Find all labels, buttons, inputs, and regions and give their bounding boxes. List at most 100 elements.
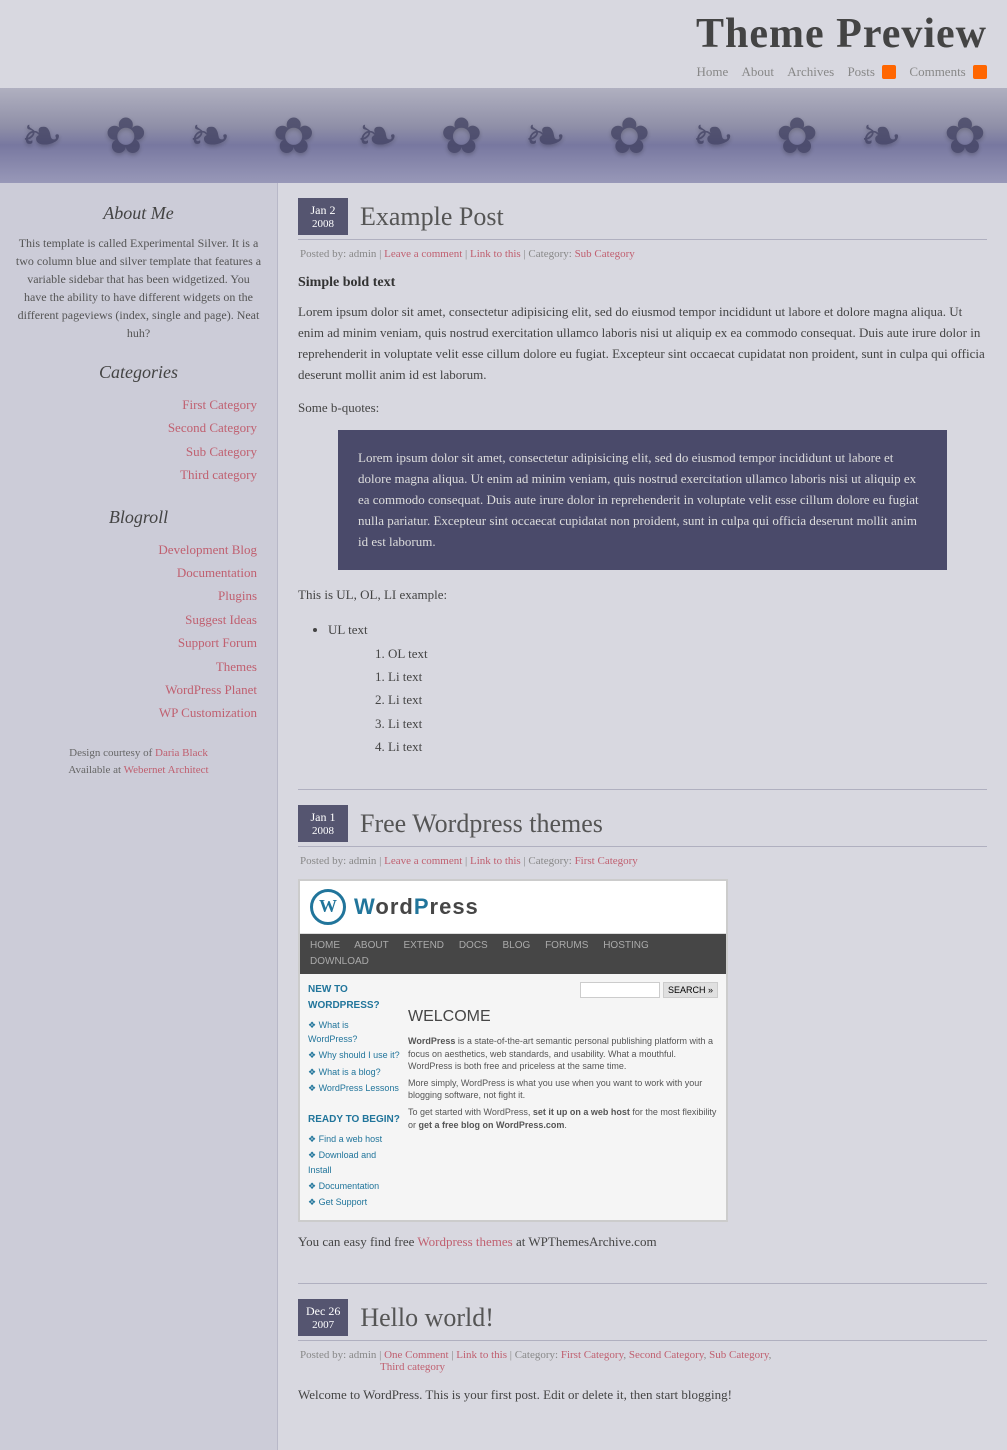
sidebar-category-link-second[interactable]: Second Category xyxy=(168,420,257,435)
leave-comment-link-1[interactable]: Leave a comment xyxy=(384,248,462,260)
wp-desc-3: To get started with WordPress, set it up… xyxy=(408,1106,718,1131)
wp-search-button[interactable]: SEARCH » xyxy=(663,982,718,998)
sidebar-blogroll-item: Support Forum xyxy=(15,631,257,654)
post-date-month: Jan 2 xyxy=(306,203,340,218)
wp-search-input[interactable] xyxy=(580,982,660,998)
sidebar-footer: Design courtesy of Daria Black Available… xyxy=(15,745,262,780)
footer-daria-link[interactable]: Daria Black xyxy=(155,747,208,759)
post-bold-heading: Simple bold text xyxy=(298,272,987,294)
post-paragraph-1: Lorem ipsum dolor sit amet, consectetur … xyxy=(298,302,987,385)
post-divider-2 xyxy=(298,1283,987,1284)
wp-themes-before: You can easy find free xyxy=(298,1234,414,1249)
ul-ol-label: This is UL, OL, LI example: xyxy=(298,585,987,606)
floral-decoration: ❧ ✿ ❧ ✿ ❧ ✿ ❧ ✿ ❧ ✿ ❧ ✿ xyxy=(0,88,1007,183)
post-date-example: Jan 2 2008 xyxy=(298,198,348,235)
hello-link-to-this[interactable]: Link to this xyxy=(456,1349,507,1361)
nav-about[interactable]: About xyxy=(742,64,775,79)
wp-sidebar-mini: NEW TO WORDPRESS? ❖ What is WordPress? ❖… xyxy=(308,982,408,1212)
category-link-first[interactable]: First Category xyxy=(575,855,638,867)
sidebar-categories-heading: Categories xyxy=(15,362,262,383)
sidebar-category-link-sub[interactable]: Sub Category xyxy=(186,444,257,459)
wp-logo-circle: W xyxy=(310,889,346,925)
link-to-this-2[interactable]: Link to this xyxy=(470,855,521,867)
sidebar-category-item: First Category xyxy=(15,393,257,416)
blogroll-suggest-ideas[interactable]: Suggest Ideas xyxy=(185,612,257,627)
post-date-wp: Jan 1 2008 xyxy=(298,805,348,842)
main-nav: Home About Archives Posts Comments xyxy=(20,58,987,88)
li-item-3: Li text xyxy=(388,712,987,735)
wp-nav-hosting: HOSTING xyxy=(603,940,649,951)
footer-webernet-link[interactable]: Webernet Architect xyxy=(124,764,209,776)
blogroll-plugins[interactable]: Plugins xyxy=(218,588,257,603)
post-date-month-hello: Dec 26 xyxy=(306,1304,340,1319)
category-link-sub[interactable]: Sub Category xyxy=(575,248,635,260)
post-header-hello: Dec 26 2007 Hello world! xyxy=(298,1299,987,1341)
li-item-4: Li text xyxy=(388,735,987,758)
hello-cat-third[interactable]: Third category xyxy=(380,1361,445,1373)
nav-archives[interactable]: Archives xyxy=(787,64,834,79)
nav-home[interactable]: Home xyxy=(696,64,728,79)
floral-3: ❧ xyxy=(189,107,231,165)
post-content-example: Simple bold text Lorem ipsum dolor sit a… xyxy=(298,272,987,759)
post-content-hello: Welcome to WordPress. This is your first… xyxy=(298,1385,987,1406)
post-content-wp: W WordPress HOME ABOUT EXTEND DOCS BLOG … xyxy=(298,879,987,1253)
nav-posts[interactable]: Posts xyxy=(847,64,874,79)
bquotes-label: Some b-quotes: xyxy=(298,398,987,419)
hello-posted-by: Posted by: admin xyxy=(300,1349,376,1361)
post-title-example: Example Post xyxy=(360,198,504,232)
wp-themes-after: at WPThemesArchive.com xyxy=(516,1234,657,1249)
blogroll-themes[interactable]: Themes xyxy=(216,659,257,674)
ol-nested: OL text Li text Li text Li text Li text xyxy=(388,642,987,759)
hello-cat-first[interactable]: First Category xyxy=(561,1349,624,1361)
wp-themes-link[interactable]: Wordpress themes xyxy=(417,1234,512,1249)
nav-comments[interactable]: Comments xyxy=(909,64,965,79)
floral-4: ✿ xyxy=(273,107,315,165)
sidebar-blogroll-item: WP Customization xyxy=(15,701,257,724)
posts-rss-icon xyxy=(882,65,896,79)
blogroll-wp-customization[interactable]: WP Customization xyxy=(159,705,257,720)
li-list: Li text Li text Li text Li text xyxy=(388,665,987,759)
content-area: Jan 2 2008 Example Post Posted by: admin… xyxy=(278,183,1007,1450)
sidebar-category-link-third[interactable]: Third category xyxy=(180,467,257,482)
post-date-year-hello: 2007 xyxy=(306,1319,340,1331)
post-header-example: Jan 2 2008 Example Post xyxy=(298,198,987,240)
post-date-year-wp: 2008 xyxy=(306,825,340,837)
hello-cat-second[interactable]: Second Category xyxy=(629,1349,704,1361)
main-wrapper: About Me This template is called Experim… xyxy=(0,183,1007,1450)
wp-link-7: ❖ Documentation xyxy=(308,1179,400,1193)
hello-one-comment[interactable]: One Comment xyxy=(384,1349,448,1361)
wp-nav-bar: HOME ABOUT EXTEND DOCS BLOG FORUMS HOSTI… xyxy=(300,934,726,974)
wp-link-5: ❖ Find a web host xyxy=(308,1132,400,1146)
sidebar-blogroll-item: WordPress Planet xyxy=(15,678,257,701)
wp-link-8: ❖ Get Support xyxy=(308,1195,400,1209)
post-divider-1 xyxy=(298,789,987,790)
wp-desc-2: More simply, WordPress is what you use w… xyxy=(408,1077,718,1102)
wp-nav-about: ABOUT xyxy=(354,940,388,951)
floral-10: ✿ xyxy=(776,107,818,165)
sidebar-categories-section: Categories First Category Second Categor… xyxy=(15,362,262,487)
floral-2: ✿ xyxy=(105,107,147,165)
sidebar-categories-list: First Category Second Category Sub Categ… xyxy=(15,393,262,487)
floral-5: ❧ xyxy=(357,107,399,165)
sidebar-blogroll-list: Development Blog Documentation Plugins S… xyxy=(15,538,262,725)
blogroll-documentation[interactable]: Documentation xyxy=(177,565,257,580)
wp-nav-forums: FORUMS xyxy=(545,940,588,951)
sidebar-category-link-first[interactable]: First Category xyxy=(182,397,257,412)
wp-logo-area: W WordPress xyxy=(300,881,726,934)
ol-item: OL text xyxy=(388,642,987,665)
leave-comment-link-2[interactable]: Leave a comment xyxy=(384,855,462,867)
wp-link-2: ❖ Why should I use it? xyxy=(308,1048,400,1062)
hello-cat-sub[interactable]: Sub Category xyxy=(709,1349,768,1361)
footer-design-label: Design courtesy of xyxy=(69,747,152,759)
blogroll-wp-planet[interactable]: WordPress Planet xyxy=(165,682,257,697)
wp-search: SEARCH » xyxy=(408,982,718,998)
blogroll-support-forum[interactable]: Support Forum xyxy=(178,635,257,650)
floral-11: ❧ xyxy=(860,107,902,165)
blogroll-development-blog[interactable]: Development Blog xyxy=(158,542,257,557)
wp-link-1: ❖ What is WordPress? xyxy=(308,1018,400,1047)
ul-list: UL text OL text Li text Li text Li text … xyxy=(328,618,987,758)
sidebar-blogroll-section: Blogroll Development Blog Documentation … xyxy=(15,507,262,725)
footer-available-label: Available at xyxy=(68,764,121,776)
wp-body: NEW TO WORDPRESS? ❖ What is WordPress? ❖… xyxy=(300,974,726,1220)
link-to-this-1[interactable]: Link to this xyxy=(470,248,521,260)
